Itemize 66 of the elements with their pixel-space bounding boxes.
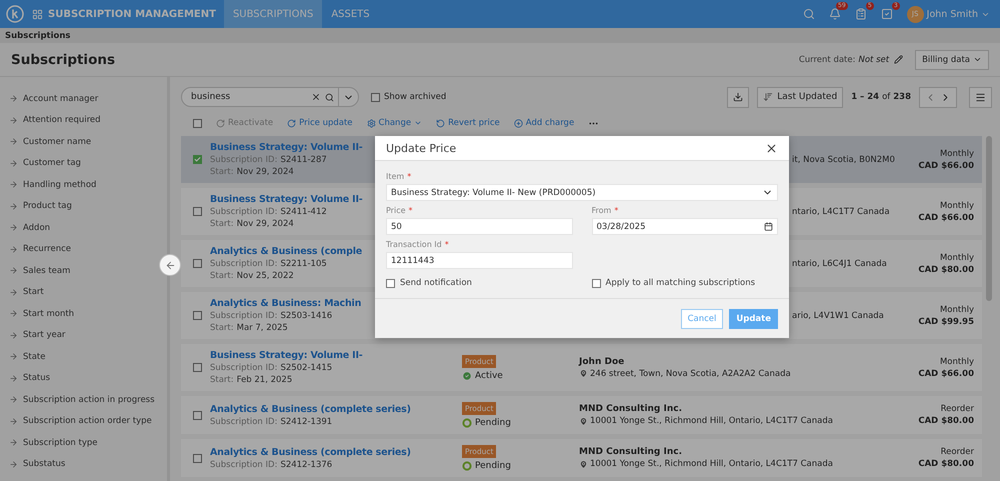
address: it, Nova Scotia, B0N2M0 <box>792 154 895 164</box>
price: CAD $80.00 <box>917 416 974 426</box>
address: ntario, L4C1T7 Canada <box>792 206 890 216</box>
page-title: Subscriptions <box>11 52 115 68</box>
start-date: Feb 21, 2025 <box>236 375 292 385</box>
start-label: Start: <box>210 219 234 229</box>
start-date: Nov 29, 2024 <box>236 167 294 177</box>
address: 246 street, Town, Nova Scotia, A2A2A2 Canada <box>590 368 791 378</box>
recurrence: Monthly <box>938 148 974 158</box>
start-date: Nov 25, 2022 <box>236 271 294 281</box>
field-label: Price * <box>386 206 414 215</box>
current-date-label: Current date: <box>798 54 856 64</box>
field-label: From * <box>592 206 620 215</box>
start-label: Start: <box>210 323 234 333</box>
id-label: Subscription ID: <box>210 363 278 373</box>
field-label: Transaction Id * <box>386 240 450 249</box>
dialog-title: Update Price <box>386 142 456 154</box>
address: ntario, L6C4J1 Canada <box>792 258 887 268</box>
id-label: Subscription ID: <box>210 155 278 165</box>
recurrence: Reorder <box>940 404 974 414</box>
subscription-id: S2502-1415 <box>280 363 332 373</box>
id-label: Subscription ID: <box>210 460 278 470</box>
customer-name: MND Consulting Inc. <box>579 447 684 457</box>
start-date: Mar 7, 2025 <box>236 323 288 333</box>
start-label: Start: <box>210 375 234 385</box>
start-label: Start: <box>210 271 234 281</box>
subscription-id: S2412-1376 <box>280 460 332 470</box>
id-label: Subscription ID: <box>210 259 278 269</box>
app-title: SUBSCRIPTION MANAGEMENT <box>48 8 216 20</box>
customer-name: John Doe <box>579 356 626 366</box>
recurrence: Monthly <box>938 200 974 210</box>
address: 10001 Yonge St., Richmond Hill, Ontario, L4C1T7 Canada <box>590 416 833 426</box>
customer-name: MND Consulting Inc. <box>579 404 684 414</box>
id-label: Subscription ID: <box>210 207 278 217</box>
breadcrumb: Subscriptions <box>5 30 70 40</box>
status-text: Pending <box>475 418 511 428</box>
price: CAD $66.00 <box>917 160 974 170</box>
current-date-value: Not set <box>858 54 890 64</box>
checkbox-label: Apply to all matching subscriptions <box>606 278 756 288</box>
subscription-id: S2211-105 <box>280 259 327 269</box>
recurrence: Monthly <box>938 356 974 366</box>
subscription-id: S2503-1416 <box>280 311 332 321</box>
user-name: John Smith <box>926 8 978 20</box>
price: CAD $80.00 <box>917 264 974 274</box>
recurrence: Monthly <box>938 252 974 262</box>
address: 10001 Yonge St., Richmond Hill, Ontario, L4C1T7 Canada <box>590 459 833 469</box>
subscription-id: S2411-412 <box>280 207 327 217</box>
id-label: Subscription ID: <box>210 311 278 321</box>
status-text: Pending <box>475 461 511 471</box>
checkbox-label: Show archived <box>384 92 446 102</box>
recurrence: Monthly <box>938 304 974 314</box>
subscription-id: S2411-287 <box>280 155 327 165</box>
price: CAD $80.00 <box>917 459 974 469</box>
address: ario, L4V1W1 Canada <box>792 310 884 320</box>
status-text: Active <box>475 370 503 380</box>
checkbox-label: Send notification <box>400 278 472 288</box>
start-date: Nov 29, 2024 <box>236 219 294 229</box>
page-range: 1 – 24 of 238 <box>851 92 911 102</box>
start-label: Start: <box>210 167 234 177</box>
price: CAD $66.00 <box>917 212 974 222</box>
price: CAD $99.95 <box>917 316 974 326</box>
subscription-id: S2412-1391 <box>280 416 332 426</box>
field-label: Item * <box>386 172 412 181</box>
recurrence: Reorder <box>940 447 974 457</box>
id-label: Subscription ID: <box>210 416 278 426</box>
price: CAD $66.00 <box>917 368 974 378</box>
